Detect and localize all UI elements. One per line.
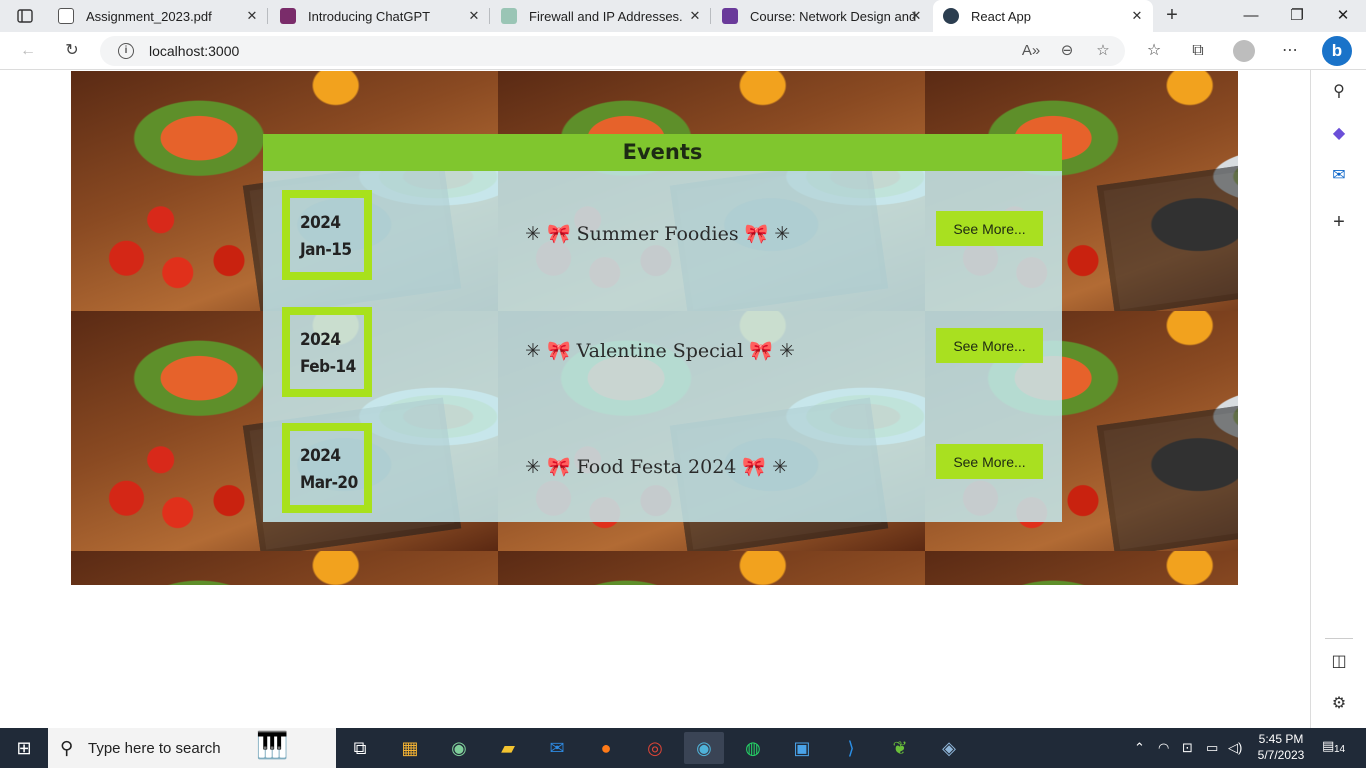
windows-start-button[interactable]: ⊞ xyxy=(4,732,44,764)
edge-dev-icon[interactable]: ◉ xyxy=(439,732,479,764)
search-icon: ⚲ xyxy=(60,738,74,758)
pdf-icon xyxy=(58,8,74,24)
event-date: 2024 Feb-14 xyxy=(282,307,372,397)
wifi-icon[interactable]: ◠ xyxy=(1158,740,1169,756)
browser-toolbar: ← ↻ i localhost:3000 A» ⊖ ☆ ☆ ⧉ ⋯ xyxy=(0,32,1366,70)
add-icon[interactable]: + xyxy=(1327,210,1351,234)
close-icon[interactable]: ✕ xyxy=(687,8,703,24)
network-icon[interactable]: ⊡ xyxy=(1182,740,1193,756)
piano-icon: 🎹 xyxy=(256,730,289,760)
copilot-icon[interactable]: ◆ xyxy=(1327,122,1351,146)
event-row: 2024 Feb-14 ✳ 🎀 Valentine Special 🎀 ✳ Se… xyxy=(263,307,1062,397)
close-icon[interactable]: ✕ xyxy=(244,8,260,24)
event-row: 2024 Jan-15 ✳ 🎀 Summer Foodies 🎀 ✳ See M… xyxy=(263,190,1062,280)
add-favorite-icon[interactable]: ☆ xyxy=(1091,39,1115,63)
collections-icon[interactable]: ⧉ xyxy=(1186,39,1210,63)
sidebar-toggle-icon[interactable]: ◫ xyxy=(1327,650,1351,674)
spring-icon[interactable]: ❦ xyxy=(880,732,920,764)
page-viewport: Events 2024 Jan-15 ✳ 🎀 Summer Foodies 🎀 … xyxy=(0,71,1310,728)
search-icon[interactable]: ⚲ xyxy=(1327,80,1351,104)
minimize-button[interactable]: — xyxy=(1228,0,1274,32)
events-panel: Events 2024 Jan-15 ✳ 🎀 Summer Foodies 🎀 … xyxy=(263,134,1062,522)
task-view-icon[interactable]: ⧉ xyxy=(340,732,380,764)
battery-icon[interactable]: ▭ xyxy=(1206,740,1218,756)
zoom-out-icon[interactable]: ⊖ xyxy=(1055,39,1079,63)
outlook-icon[interactable]: ✉ xyxy=(1327,164,1351,188)
gear-icon[interactable]: ⚙ xyxy=(1327,692,1351,716)
back-button[interactable]: ← xyxy=(16,39,40,63)
restore-button[interactable]: ❐ xyxy=(1274,0,1320,32)
file-explorer-icon[interactable]: ▰ xyxy=(488,732,528,764)
close-icon[interactable]: ✕ xyxy=(908,8,924,24)
tab-react-app[interactable]: React App ✕ xyxy=(933,0,1153,32)
tab-actions-icon xyxy=(17,9,33,23)
more-menu-icon[interactable]: ⋯ xyxy=(1278,39,1302,63)
course-icon xyxy=(722,8,738,24)
firefox-icon[interactable]: ● xyxy=(586,732,626,764)
edge-icon[interactable]: ◉ xyxy=(684,732,724,764)
event-title: ✳ 🎀 Valentine Special 🎀 ✳ xyxy=(525,340,795,362)
food-background: Events 2024 Jan-15 ✳ 🎀 Summer Foodies 🎀 … xyxy=(71,71,1238,585)
chatgpt-icon xyxy=(501,8,517,24)
volume-icon[interactable]: ◁) xyxy=(1228,740,1242,756)
see-more-button[interactable]: See More... xyxy=(936,211,1043,246)
bing-chat-icon[interactable]: b xyxy=(1322,36,1352,66)
event-row: 2024 Mar-20 ✳ 🎀 Food Festa 2024 🎀 ✳ See … xyxy=(263,423,1062,513)
photos-icon[interactable]: ▣ xyxy=(782,732,822,764)
see-more-button[interactable]: See More... xyxy=(936,444,1043,479)
chevron-up-icon[interactable]: ⌃ xyxy=(1134,740,1145,756)
close-window-button[interactable]: ✕ xyxy=(1320,0,1366,32)
chatgpt-icon xyxy=(280,8,296,24)
notifications-icon[interactable]: ▤ 14 xyxy=(1322,738,1346,758)
mail-icon[interactable]: ✉ xyxy=(537,732,577,764)
tab-actions-button[interactable] xyxy=(8,4,40,28)
chrome-icon[interactable]: ◎ xyxy=(635,732,675,764)
info-icon[interactable]: i xyxy=(118,43,134,59)
refresh-button[interactable]: ↻ xyxy=(60,39,84,63)
new-tab-button[interactable]: + xyxy=(1160,4,1184,28)
read-aloud-icon[interactable]: A» xyxy=(1019,39,1043,63)
system-clock[interactable]: 5:45 PM 5/7/2023 xyxy=(1252,731,1310,763)
tab-firewall[interactable]: Firewall and IP Addresses. ✕ xyxy=(491,0,711,32)
edge-sidebar: ⚲ ◆ ✉ + ◫ ⚙ xyxy=(1310,70,1366,728)
tab-course[interactable]: Course: Network Design and ✕ xyxy=(712,0,932,32)
close-icon[interactable]: ✕ xyxy=(1129,8,1145,24)
events-heading: Events xyxy=(263,134,1062,171)
address-bar[interactable]: i localhost:3000 A» ⊖ ☆ xyxy=(100,36,1125,66)
event-date: 2024 Jan-15 xyxy=(282,190,372,280)
mysql-icon[interactable]: ◈ xyxy=(929,732,969,764)
tab-strip: Assignment_2023.pdf ✕ Introducing ChatGP… xyxy=(0,0,1366,32)
event-date: 2024 Mar-20 xyxy=(282,423,372,513)
see-more-button[interactable]: See More... xyxy=(936,328,1043,363)
event-title: ✳ 🎀 Summer Foodies 🎀 ✳ xyxy=(525,223,791,245)
taskbar-search[interactable]: ⚲ Type here to search 🎹 xyxy=(48,728,336,768)
event-title: ✳ 🎀 Food Festa 2024 🎀 ✳ xyxy=(525,456,789,478)
store-icon[interactable]: ▦ xyxy=(390,732,430,764)
vscode-icon[interactable]: ⟩ xyxy=(831,732,871,764)
taskbar: ⊞ ⚲ Type here to search 🎹 ⧉ ▦ ◉ ▰ ✉ ● ◎ … xyxy=(0,728,1366,768)
tab-assignment-pdf[interactable]: Assignment_2023.pdf ✕ xyxy=(48,0,268,32)
react-icon xyxy=(943,8,959,24)
whatsapp-icon[interactable]: ◍ xyxy=(733,732,773,764)
favorites-icon[interactable]: ☆ xyxy=(1142,39,1166,63)
close-icon[interactable]: ✕ xyxy=(466,8,482,24)
profile-avatar[interactable] xyxy=(1232,39,1256,63)
tab-introducing-chatgpt[interactable]: Introducing ChatGPT ✕ xyxy=(270,0,490,32)
